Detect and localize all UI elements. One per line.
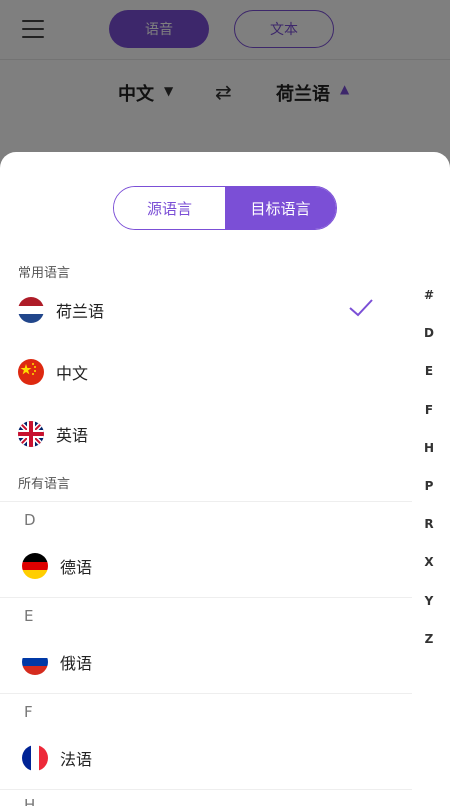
index-letter-f[interactable]: F	[418, 391, 440, 429]
language-item-french[interactable]: 法语	[0, 728, 412, 788]
source-language-tab[interactable]: 源语言	[114, 187, 225, 229]
uk-flag-icon	[18, 421, 44, 447]
language-item-english[interactable]: 英语	[0, 404, 412, 464]
group-header-e: E	[24, 607, 34, 625]
language-label: 中文	[56, 364, 89, 383]
language-item-chinese[interactable]: 中文	[0, 342, 412, 402]
checkmark-icon	[349, 299, 373, 317]
language-label: 法语	[60, 750, 93, 769]
index-letter-r[interactable]: R	[418, 505, 440, 543]
language-label: 荷兰语	[56, 302, 105, 321]
china-flag-icon	[18, 359, 44, 385]
index-letter-hash[interactable]: #	[418, 276, 440, 314]
france-flag-icon	[22, 745, 48, 771]
language-label: 英语	[56, 426, 89, 445]
language-picker-sheet: 源语言 目标语言 常用语言 荷兰语 中文 英语 所有语言 D 德语 E 俄语 F…	[0, 152, 450, 806]
index-letter-y[interactable]: Y	[418, 582, 440, 620]
index-letter-d[interactable]: D	[418, 314, 440, 352]
netherlands-flag-icon	[18, 297, 44, 323]
all-languages-title: 所有语言	[18, 477, 71, 492]
russia-flag-icon	[22, 649, 48, 675]
language-item-german[interactable]: 德语	[0, 536, 412, 596]
language-label: 俄语	[60, 654, 93, 673]
divider	[0, 597, 412, 598]
divider	[0, 789, 412, 790]
group-header-d: D	[24, 511, 36, 529]
divider	[0, 693, 412, 694]
index-letter-p[interactable]: P	[418, 467, 440, 505]
language-item-dutch[interactable]: 荷兰语	[0, 280, 412, 340]
common-languages-title: 常用语言	[18, 266, 71, 281]
alphabet-index: # D E F H P R X Y Z	[418, 276, 440, 658]
divider	[0, 501, 412, 502]
index-letter-h[interactable]: H	[418, 429, 440, 467]
language-direction-toggle: 源语言 目标语言	[113, 186, 337, 230]
group-header-f: F	[24, 703, 33, 721]
language-item-russian[interactable]: 俄语	[0, 632, 412, 692]
index-letter-x[interactable]: X	[418, 543, 440, 581]
language-label: 德语	[60, 558, 93, 577]
target-language-tab[interactable]: 目标语言	[225, 187, 336, 229]
index-letter-e[interactable]: E	[418, 352, 440, 390]
index-letter-z[interactable]: Z	[418, 620, 440, 658]
group-header-h: H	[24, 796, 36, 806]
germany-flag-icon	[22, 553, 48, 579]
